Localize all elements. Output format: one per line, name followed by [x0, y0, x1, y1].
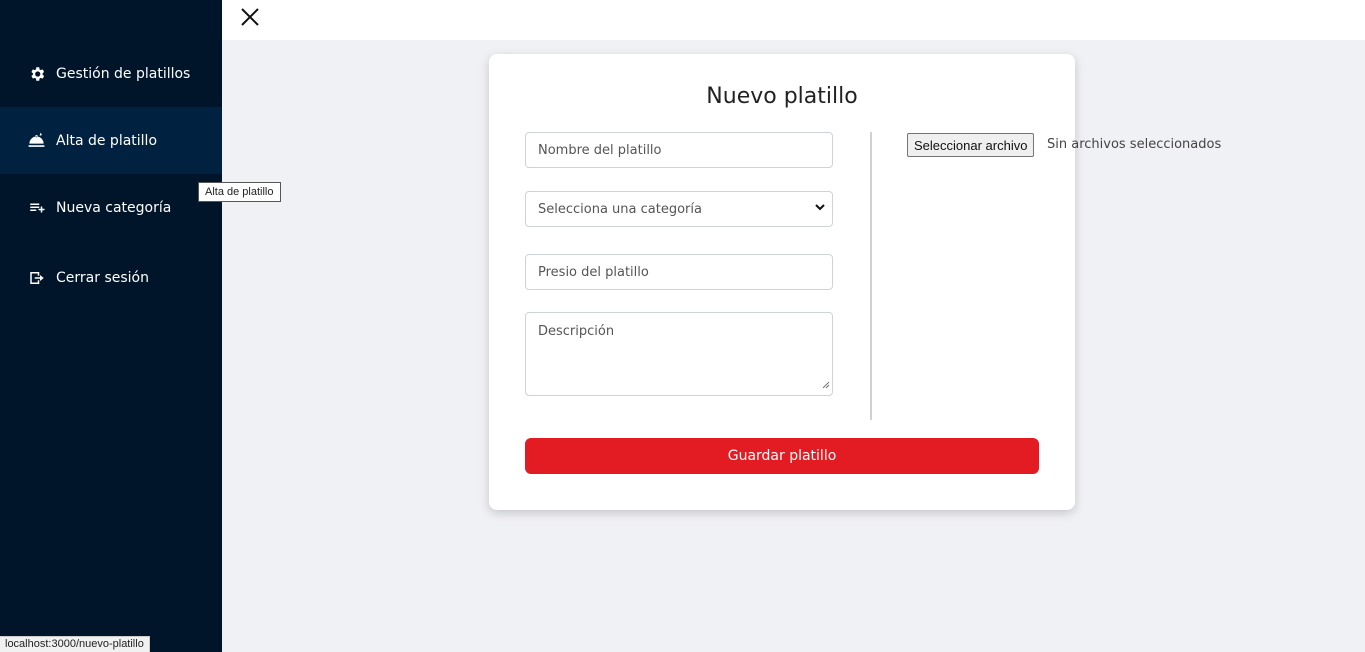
status-url-bar: localhost:3000/nuevo-platillo — [0, 636, 150, 652]
description-textarea[interactable]: Descripción — [525, 312, 833, 396]
sidebar: Gestión de platillos Alta de platillo Nu… — [0, 0, 222, 652]
close-icon[interactable] — [239, 6, 261, 28]
chevron-down-icon — [814, 201, 826, 217]
sidebar-item-label: Cerrar sesión — [56, 269, 149, 286]
dish-price-input[interactable]: Presio del platillo — [525, 254, 833, 290]
new-dish-form-card: Nuevo platillo Nombre del platillo Selec… — [489, 54, 1221, 510]
description-placeholder: Descripción — [538, 324, 615, 339]
dish-name-input[interactable]: Nombre del platillo — [525, 132, 833, 168]
sidebar-item-label: Nueva categoría — [56, 199, 172, 216]
sidebar-item-gestion-platillos[interactable]: Gestión de platillos — [0, 40, 222, 107]
logout-icon — [27, 268, 46, 287]
tooltip: Alta de platillo — [198, 182, 281, 202]
dish-icon — [27, 131, 46, 150]
file-status-text: Sin archivos seleccionados — [1047, 137, 1222, 152]
form-title: Nuevo platillo — [706, 84, 858, 109]
resize-grip-icon[interactable] — [821, 378, 830, 393]
category-select[interactable]: Selecciona una categoría — [525, 191, 833, 227]
sidebar-item-alta-platillo[interactable]: Alta de platillo — [0, 107, 222, 174]
playlist-add-icon — [27, 198, 46, 217]
sidebar-item-label: Gestión de platillos — [56, 65, 191, 82]
topbar — [222, 0, 1365, 40]
sidebar-item-cerrar-sesion[interactable]: Cerrar sesión — [0, 244, 222, 311]
sidebar-item-label: Alta de platillo — [56, 132, 158, 149]
save-dish-button[interactable]: Guardar platillo — [525, 438, 1039, 474]
category-selected-value: Selecciona una categoría — [538, 201, 702, 217]
column-divider — [870, 132, 872, 420]
gear-icon — [27, 64, 46, 83]
dish-name-placeholder: Nombre del platillo — [538, 142, 662, 158]
sidebar-item-nueva-categoria[interactable]: Nueva categoría — [0, 174, 222, 241]
dish-price-placeholder: Presio del platillo — [538, 264, 649, 280]
select-file-button[interactable]: Seleccionar archivo — [907, 133, 1035, 157]
